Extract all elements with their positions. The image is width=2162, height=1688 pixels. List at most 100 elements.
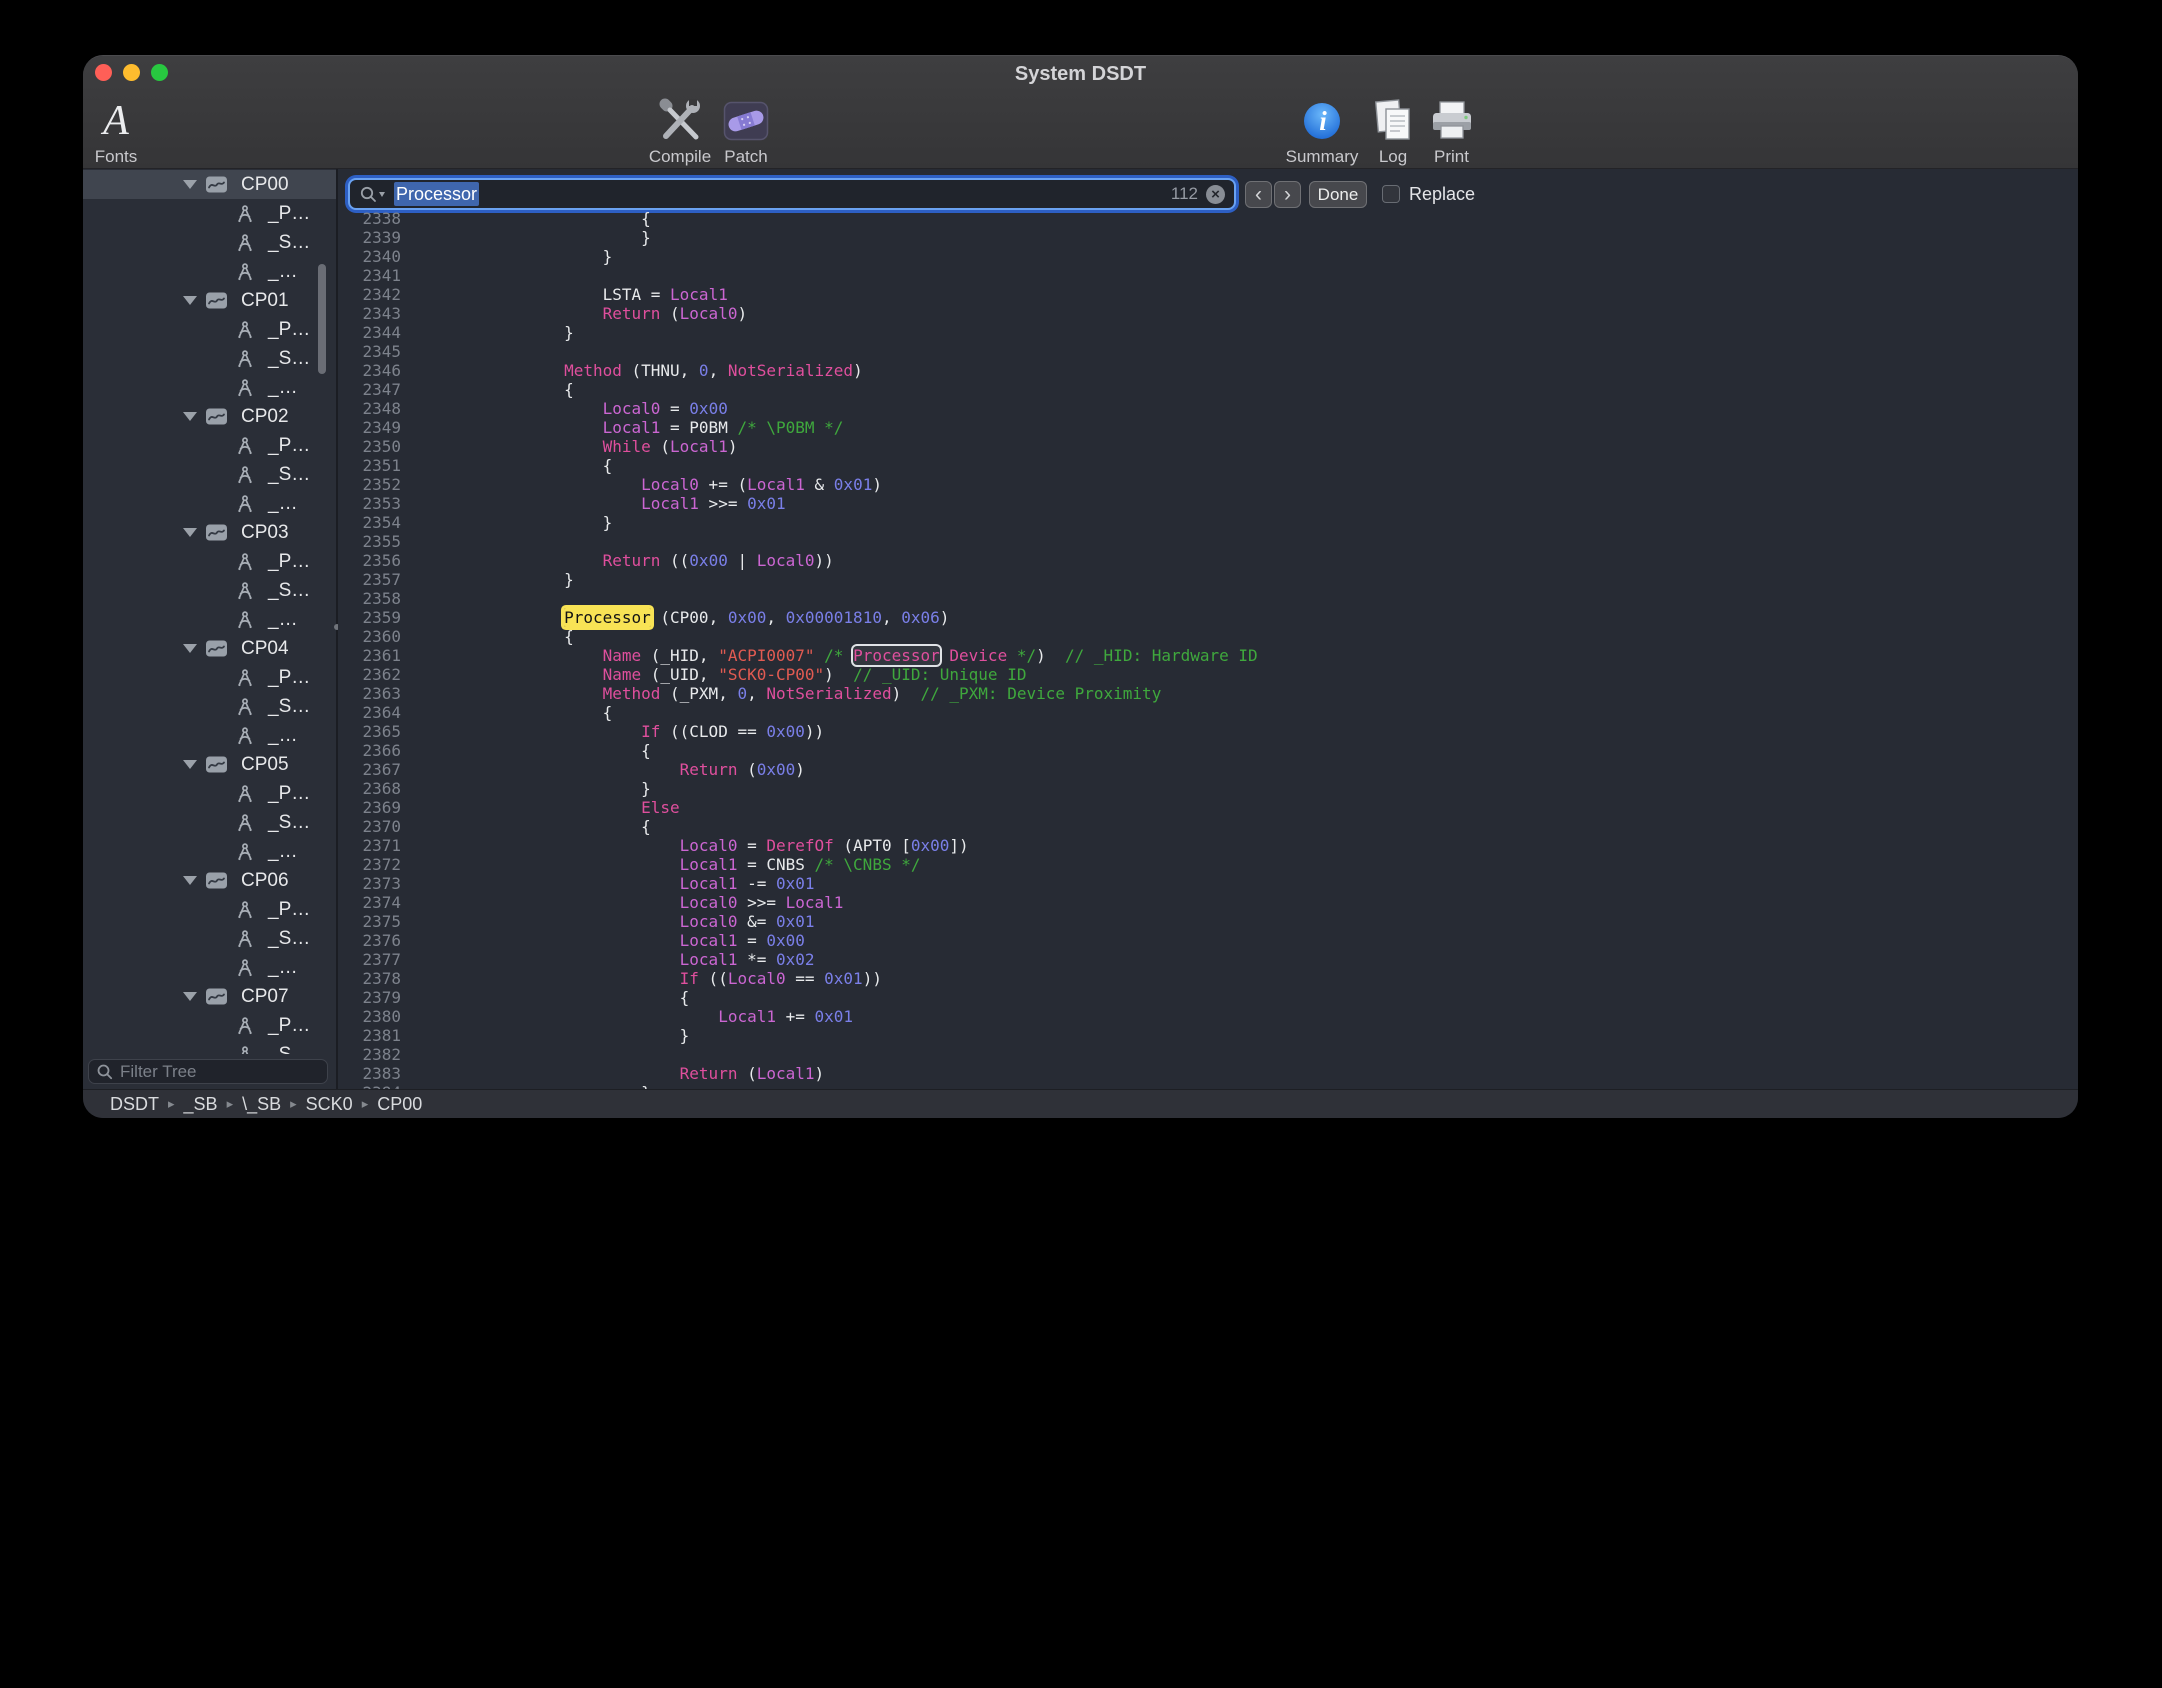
sidebar-scrollbar[interactable] [318, 264, 326, 374]
patch-icon [723, 96, 769, 146]
tree-item[interactable]: _… [83, 721, 336, 750]
tree-item[interactable]: _P… [83, 315, 336, 344]
tree-item-label: _… [268, 725, 298, 747]
line-number: 2378 [338, 969, 401, 988]
tree-item-label: _P… [268, 1015, 310, 1037]
tree-item[interactable]: _… [83, 489, 336, 518]
code-line: 2356 Return ((0x00 | Local0)) [338, 551, 2078, 570]
breadcrumb-item[interactable]: _SB [184, 1094, 218, 1115]
log-label: Log [1379, 147, 1407, 167]
code-line: 2371 Local0 = DerefOf (APT0 [0x00]) [338, 836, 2078, 855]
tree-item[interactable]: _P… [83, 199, 336, 228]
previous-match-button[interactable]: ‹ [1245, 181, 1272, 208]
tree-group-cp07[interactable]: CP07 [83, 982, 336, 1011]
tree-item[interactable]: _… [83, 837, 336, 866]
code-line: 2341 [338, 266, 2078, 285]
line-number: 2347 [338, 380, 401, 399]
disclosure-triangle-icon[interactable] [183, 412, 197, 421]
print-label: Print [1434, 147, 1469, 167]
tree-group-cp04[interactable]: CP04 [83, 634, 336, 663]
tree-group-cp06[interactable]: CP06 [83, 866, 336, 895]
breadcrumb-item[interactable]: \_SB [242, 1094, 281, 1115]
disclosure-triangle-icon[interactable] [183, 180, 197, 189]
window-chrome: System DSDT A Fonts Compile [83, 56, 2078, 169]
line-number: 2354 [338, 513, 401, 532]
code-line: 2357 } [338, 570, 2078, 589]
disclosure-triangle-icon[interactable] [183, 528, 197, 537]
line-number: 2375 [338, 912, 401, 931]
next-match-button[interactable]: › [1274, 181, 1301, 208]
method-icon [235, 349, 255, 369]
line-number: 2369 [338, 798, 401, 817]
tree-item[interactable]: _… [83, 257, 336, 286]
method-icon [235, 494, 255, 514]
method-icon [235, 320, 255, 340]
breadcrumb-item[interactable]: CP00 [377, 1094, 422, 1115]
tree-item[interactable]: _S… [83, 808, 336, 837]
breadcrumb-item[interactable]: DSDT [110, 1094, 159, 1115]
tree-item-label: _S… [268, 812, 310, 834]
fonts-button[interactable]: A Fonts [91, 96, 141, 167]
tree-item[interactable]: _P… [83, 663, 336, 692]
tree-item[interactable]: _S… [83, 924, 336, 953]
disclosure-triangle-icon[interactable] [183, 644, 197, 653]
summary-button[interactable]: i Summary [1277, 96, 1367, 167]
tree-item[interactable]: _P… [83, 1011, 336, 1040]
tree-item[interactable]: _S… [83, 228, 336, 257]
log-button[interactable]: Log [1368, 96, 1418, 167]
tree-group-cp03[interactable]: CP03 [83, 518, 336, 547]
code-line: 2374 Local0 >>= Local1 [338, 893, 2078, 912]
tree-group-label: CP04 [241, 638, 289, 660]
find-input[interactable]: Processor 112 × [348, 178, 1236, 210]
tree-item[interactable]: _S… [83, 344, 336, 373]
replace-checkbox[interactable] [1382, 185, 1400, 203]
tree-group-cp00[interactable]: CP00 [83, 170, 336, 199]
tree-item[interactable]: _P… [83, 431, 336, 460]
disclosure-triangle-icon[interactable] [183, 296, 197, 305]
tree-item[interactable]: _S… [83, 460, 336, 489]
line-number: 2358 [338, 589, 401, 608]
tree-item[interactable]: _P… [83, 895, 336, 924]
code-line: 2369 Else [338, 798, 2078, 817]
disclosure-triangle-icon[interactable] [183, 760, 197, 769]
tree-group-cp02[interactable]: CP02 [83, 402, 336, 431]
tree-group-cp05[interactable]: CP05 [83, 750, 336, 779]
tree-item[interactable]: _… [83, 605, 336, 634]
line-number: 2356 [338, 551, 401, 570]
code-line: 2383 Return (Local1) [338, 1064, 2078, 1083]
search-dropdown-icon[interactable] [359, 185, 389, 204]
tree-item[interactable]: _… [83, 953, 336, 982]
tree-item[interactable]: _S… [83, 692, 336, 721]
filter-tree-field[interactable] [88, 1059, 328, 1084]
code-line: 2368 } [338, 779, 2078, 798]
patch-button[interactable]: Patch [706, 96, 786, 167]
tree-item[interactable]: _S… [83, 576, 336, 605]
summary-info-icon: i [1301, 96, 1343, 146]
code-line: 2362 Name (_UID, "SCK0-CP00") // _UID: U… [338, 665, 2078, 684]
tree-item-label: _S… [268, 232, 310, 254]
disclosure-triangle-icon[interactable] [183, 992, 197, 1001]
summary-label: Summary [1286, 147, 1359, 167]
line-number: 2341 [338, 266, 401, 285]
line-number: 2367 [338, 760, 401, 779]
disclosure-triangle-icon[interactable] [183, 876, 197, 885]
code-line: 2367 Return (0x00) [338, 760, 2078, 779]
tree-group-cp01[interactable]: CP01 [83, 286, 336, 315]
tree-item-label: _… [268, 261, 298, 283]
print-button[interactable]: Print [1424, 96, 1479, 167]
code-line: 2382 [338, 1045, 2078, 1064]
tree-item[interactable]: _P… [83, 547, 336, 576]
tree-item[interactable]: _P… [83, 779, 336, 808]
code-line: 2339 } [338, 228, 2078, 247]
tree-group-label: CP00 [241, 174, 289, 196]
tree-item-label: _P… [268, 667, 310, 689]
code-line: 2354 } [338, 513, 2078, 532]
breadcrumb-item[interactable]: SCK0 [306, 1094, 353, 1115]
tree-item[interactable]: _… [83, 373, 336, 402]
done-button[interactable]: Done [1309, 181, 1367, 208]
code-lines[interactable]: 2338 {2339 }2340 }23412342 LSTA = Local1… [338, 209, 2078, 1089]
code-line: 2378 If ((Local0 == 0x01)) [338, 969, 2078, 988]
tree-item-label: _P… [268, 319, 310, 341]
filter-tree-input[interactable] [120, 1062, 320, 1082]
clear-search-icon[interactable]: × [1206, 185, 1225, 204]
